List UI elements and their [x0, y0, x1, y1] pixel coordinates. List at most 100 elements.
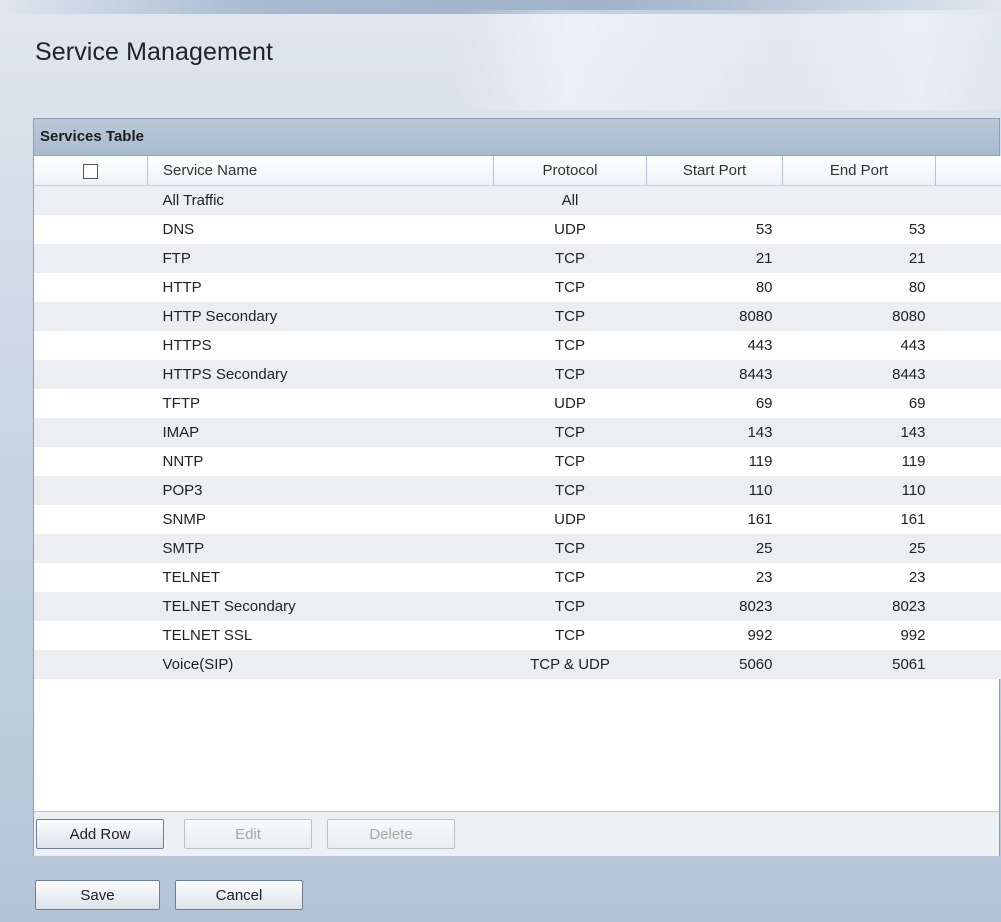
row-select-cell [34, 302, 148, 331]
save-button[interactable]: Save [35, 880, 160, 910]
select-all-checkbox[interactable] [83, 163, 98, 179]
row-select-cell [34, 563, 148, 592]
cell-end-port: 119 [782, 447, 936, 476]
table-row[interactable]: SMTP TCP 25 25 [34, 534, 1001, 563]
cell-end-port: 161 [782, 505, 936, 534]
cell-start-port: 80 [646, 273, 783, 302]
table-actions-bar: Add Row Edit Delete [34, 811, 999, 856]
table-row[interactable]: IMAP TCP 143 143 [34, 418, 1001, 447]
column-header-protocol[interactable]: Protocol [493, 156, 647, 186]
cell-end-port: 992 [782, 621, 936, 650]
cell-end-port: 110 [782, 476, 936, 505]
table-row[interactable]: HTTPS TCP 443 443 [34, 331, 1001, 360]
cell-end-port: 8443 [782, 360, 936, 389]
cell-start-port: 143 [646, 418, 783, 447]
cell-end-port: 5061 [782, 650, 936, 679]
cell-start-port: 5060 [646, 650, 783, 679]
table-row[interactable]: Voice(SIP) TCP & UDP 5060 5061 [34, 650, 1001, 679]
table-row[interactable]: FTP TCP 21 21 [34, 244, 1001, 273]
row-select-cell [34, 534, 148, 563]
column-header-service-name[interactable]: Service Name [147, 156, 494, 186]
cell-protocol: TCP [493, 418, 647, 447]
cell-service-name: SNMP [147, 505, 494, 534]
cell-end-port: 21 [782, 244, 936, 273]
cell-protocol: TCP [493, 563, 647, 592]
cell-start-port: 21 [646, 244, 783, 273]
cell-spacer [935, 447, 1001, 476]
cell-end-port: 23 [782, 563, 936, 592]
row-select-cell [34, 447, 148, 476]
cell-spacer [935, 563, 1001, 592]
table-row[interactable]: HTTPS Secondary TCP 8443 8443 [34, 360, 1001, 389]
cell-end-port [782, 185, 936, 215]
row-select-cell [34, 650, 148, 679]
cell-start-port: 25 [646, 534, 783, 563]
row-select-cell [34, 592, 148, 621]
table-row[interactable]: DNS UDP 53 53 [34, 215, 1001, 244]
row-select-cell [34, 418, 148, 447]
table-row[interactable]: POP3 TCP 110 110 [34, 476, 1001, 505]
cell-start-port: 53 [646, 215, 783, 244]
cell-spacer [935, 505, 1001, 534]
cell-service-name: Voice(SIP) [147, 650, 494, 679]
edit-button[interactable]: Edit [184, 819, 312, 849]
cell-start-port: 992 [646, 621, 783, 650]
table-row[interactable]: TELNET SSL TCP 992 992 [34, 621, 1001, 650]
services-table-body: All Traffic All DNS UDP 53 53 FTP TCP 21 21 HTTP TC… [34, 185, 1001, 679]
table-row[interactable]: HTTP Secondary TCP 8080 8080 [34, 302, 1001, 331]
cell-protocol: TCP [493, 592, 647, 621]
cell-end-port: 69 [782, 389, 936, 418]
cell-start-port: 8443 [646, 360, 783, 389]
row-select-cell [34, 244, 148, 273]
cell-service-name: HTTP Secondary [147, 302, 494, 331]
cell-protocol: TCP & UDP [493, 650, 647, 679]
cell-protocol: UDP [493, 389, 647, 418]
services-table: Service Name Protocol Start Port End Por… [34, 156, 1001, 679]
page-title: Service Management [35, 38, 274, 66]
cell-service-name: All Traffic [147, 185, 494, 215]
cell-spacer [935, 650, 1001, 679]
table-row[interactable]: HTTP TCP 80 80 [34, 273, 1001, 302]
row-select-cell [34, 389, 148, 418]
delete-button[interactable]: Delete [327, 819, 455, 849]
cell-service-name: SMTP [147, 534, 494, 563]
cell-end-port: 25 [782, 534, 936, 563]
row-select-cell [34, 215, 148, 244]
cell-protocol: UDP [493, 505, 647, 534]
table-row[interactable]: SNMP UDP 161 161 [34, 505, 1001, 534]
cell-service-name: TELNET Secondary [147, 592, 494, 621]
cell-service-name: HTTPS Secondary [147, 360, 494, 389]
table-row[interactable]: TELNET Secondary TCP 8023 8023 [34, 592, 1001, 621]
cell-spacer [935, 273, 1001, 302]
cell-spacer [935, 215, 1001, 244]
row-select-cell [34, 185, 148, 215]
column-header-start-port[interactable]: Start Port [646, 156, 783, 186]
column-header-end-port[interactable]: End Port [782, 156, 936, 186]
cell-spacer [935, 621, 1001, 650]
add-row-button[interactable]: Add Row [36, 819, 164, 849]
cell-start-port: 110 [646, 476, 783, 505]
cell-service-name: HTTPS [147, 331, 494, 360]
table-row[interactable]: TELNET TCP 23 23 [34, 563, 1001, 592]
table-row[interactable]: All Traffic All [34, 185, 1001, 215]
cell-spacer [935, 331, 1001, 360]
table-row[interactable]: TFTP UDP 69 69 [34, 389, 1001, 418]
cell-service-name: HTTP [147, 273, 494, 302]
table-row[interactable]: NNTP TCP 119 119 [34, 447, 1001, 476]
row-select-cell [34, 621, 148, 650]
cell-protocol: TCP [493, 447, 647, 476]
cell-spacer [935, 302, 1001, 331]
cell-start-port: 161 [646, 505, 783, 534]
cell-start-port [646, 185, 783, 215]
cell-service-name: POP3 [147, 476, 494, 505]
cancel-button[interactable]: Cancel [175, 880, 303, 910]
cell-protocol: UDP [493, 215, 647, 244]
cell-start-port: 8023 [646, 592, 783, 621]
cell-end-port: 8023 [782, 592, 936, 621]
cell-end-port: 143 [782, 418, 936, 447]
row-select-cell [34, 360, 148, 389]
cell-end-port: 80 [782, 273, 936, 302]
cell-service-name: FTP [147, 244, 494, 273]
cell-service-name: IMAP [147, 418, 494, 447]
cell-start-port: 23 [646, 563, 783, 592]
